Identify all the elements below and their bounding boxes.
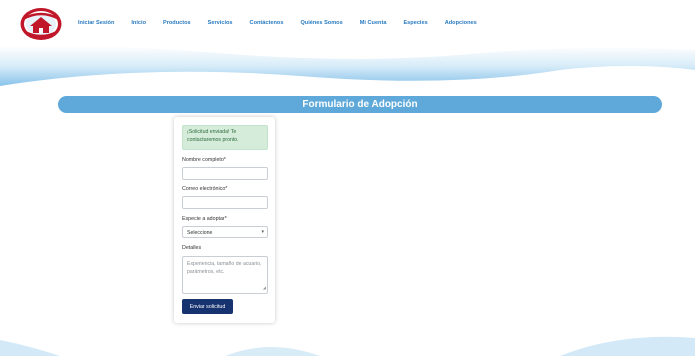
adoption-form-card: ¡Solicitud enviada! Te contactaremos pro… xyxy=(174,117,275,323)
details-textarea[interactable]: Experiencia, tamaño de acuario, parámetr… xyxy=(182,256,268,294)
page-title-banner: Formulario de Adopción xyxy=(58,96,662,113)
page-title: Formulario de Adopción xyxy=(302,99,418,110)
details-placeholder: Experiencia, tamaño de acuario, parámetr… xyxy=(187,261,262,275)
nav-link-login[interactable]: Iniciar Sesión xyxy=(78,20,114,26)
nav-link-species[interactable]: Especies xyxy=(403,20,427,26)
submit-button[interactable]: Enviar solicitud xyxy=(182,299,233,314)
chevron-down-icon: ▾ xyxy=(261,229,264,235)
species-selected-value: Seleccione xyxy=(187,229,213,236)
details-label: Detalles xyxy=(182,245,202,251)
email-input[interactable] xyxy=(182,196,268,209)
nav-link-account[interactable]: Mi Cuenta xyxy=(360,20,387,26)
name-label: Nombre completo* xyxy=(182,157,226,163)
nav-link-contact[interactable]: Contáctenos xyxy=(250,20,284,26)
resize-handle-icon[interactable]: ◢ xyxy=(263,284,266,292)
nav-link-products[interactable]: Productos xyxy=(163,20,191,26)
footer-wave-decoration xyxy=(0,336,695,356)
store-logo[interactable] xyxy=(20,7,62,41)
species-label: Especie a adoptar* xyxy=(182,216,227,222)
species-select[interactable]: Seleccione ▾ xyxy=(182,226,268,238)
header-wave-decoration xyxy=(0,45,695,92)
main-nav: Iniciar Sesión Inicio Productos Servicio… xyxy=(78,20,494,26)
nav-link-adoptions[interactable]: Adopciones xyxy=(445,20,477,26)
nav-link-home[interactable]: Inicio xyxy=(131,20,146,26)
email-label: Correo electrónico* xyxy=(182,186,228,192)
nav-link-about[interactable]: Quiénes Somos xyxy=(300,20,342,26)
success-alert: ¡Solicitud enviada! Te contactaremos pro… xyxy=(182,125,268,150)
nav-link-services[interactable]: Servicios xyxy=(208,20,233,26)
name-input[interactable] xyxy=(182,167,268,180)
